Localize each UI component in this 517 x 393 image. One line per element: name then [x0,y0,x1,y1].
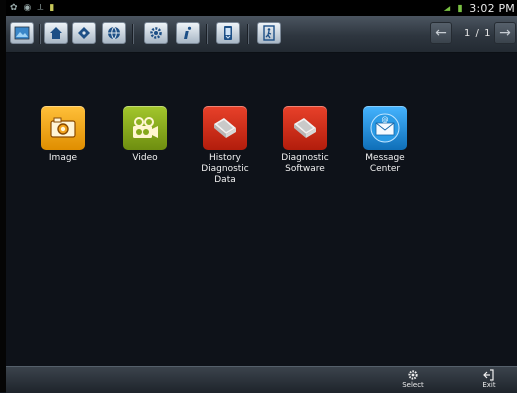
left-border [0,0,6,392]
gear-notification-icon: ✿ [10,3,18,13]
bottom-bar: Select Exit [6,366,517,393]
previous-page-button[interactable]: ← [430,22,452,44]
message-center-app-tile[interactable]: @ [363,106,407,150]
video-camera-icon [133,117,158,138]
exit-button[interactable]: Exit [472,369,506,390]
app-message-center[interactable]: @ Message Center [350,106,420,175]
exit-door-icon [263,25,275,41]
history-app-tile[interactable] [203,106,247,150]
home-button[interactable] [44,22,68,44]
next-page-button[interactable]: → [494,22,516,44]
book-icon [294,118,316,138]
usb-notification-icon: ⟂ [37,3,44,13]
tag-icon [78,27,90,39]
info-button[interactable] [176,22,200,44]
select-label: Select [402,381,424,389]
image-app-tile[interactable] [41,106,85,150]
device-update-icon [224,26,232,40]
settings-button[interactable] [144,22,168,44]
status-bar: ✿ ◉ ⟂ ▮ 3:02 PM [6,0,517,16]
exit-app-button[interactable] [257,22,281,44]
gear-icon [150,27,162,39]
app-label: Diagnostic Software [281,153,329,174]
app-label: Image [48,153,78,163]
video-app-tile[interactable] [123,106,167,150]
sd-card-notification-icon: ▮ [49,3,55,13]
app-history-diagnostic-data[interactable]: History Diagnostic Data [190,106,260,186]
envelope-icon: @ [370,113,400,143]
app-label: Message Center [365,153,405,174]
arrow-right-icon: → [499,25,511,41]
app-label: History Diagnostic Data [201,153,249,185]
picture-icon [14,26,30,40]
arrow-left-icon: ← [435,25,447,41]
app-diagnostic-software[interactable]: Diagnostic Software [270,106,340,175]
desktop-button[interactable] [10,22,34,44]
toolbar: ← 1 / 1 → [6,16,517,53]
update-button[interactable] [216,22,240,44]
app-label: Video [132,153,158,163]
exit-icon [483,369,494,381]
network-icon [444,5,451,11]
app-image[interactable]: Image [28,106,98,164]
battery-icon [458,4,463,12]
exit-label: Exit [482,381,496,389]
diagnostic-software-app-tile[interactable] [283,106,327,150]
web-button[interactable] [102,22,126,44]
home-icon [50,27,62,39]
gear-icon [408,370,418,380]
camera-notification-icon: ◉ [23,3,32,13]
page-indicator: 1 / 1 [464,28,492,39]
book-icon [214,118,236,138]
info-icon [184,26,192,39]
app-video[interactable]: Video [110,106,180,164]
diagnose-button[interactable] [72,22,96,44]
select-button[interactable]: Select [396,369,430,390]
clock: 3:02 PM [469,1,515,15]
globe-icon [108,26,120,40]
svg-text:@: @ [382,116,389,124]
camera-icon [50,117,76,138]
